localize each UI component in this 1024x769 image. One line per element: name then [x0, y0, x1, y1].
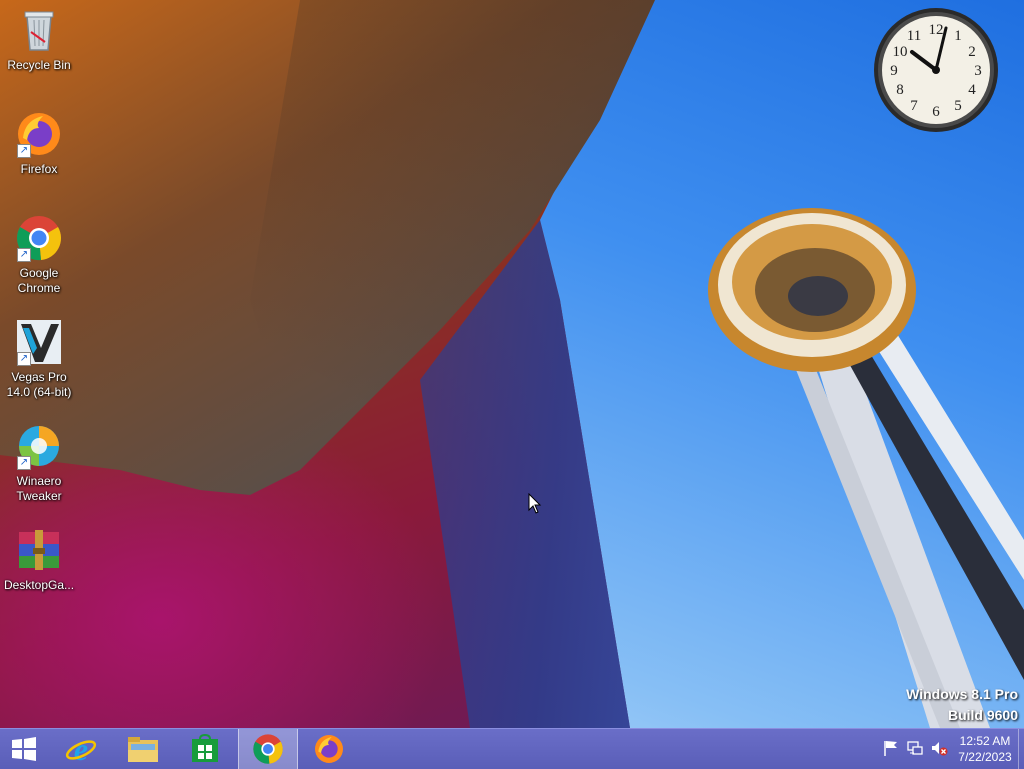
watermark-edition: Windows 8.1 Pro — [906, 686, 1018, 702]
shortcut-arrow-icon: ↗ — [17, 144, 31, 158]
clock-number: 1 — [954, 28, 962, 44]
clock-number: 12 — [929, 22, 944, 38]
clock-number: 7 — [910, 98, 918, 114]
shortcut-arrow-icon: ↗ — [17, 352, 31, 366]
clock-number: 11 — [907, 28, 921, 44]
store-icon — [192, 734, 218, 762]
clock-number: 9 — [890, 63, 898, 79]
action-center-flag-icon[interactable] — [882, 739, 900, 757]
vegas-pro-icon: ↗ — [15, 318, 63, 366]
watermark-build: Build 9600 — [947, 707, 1018, 723]
desktop-icon-label: Firefox — [20, 162, 58, 176]
desktop-icon-vegas-pro[interactable]: ↗ Vegas Pro 14.0 (64-bit) — [4, 318, 74, 400]
desktop[interactable]: Recycle Bin ↗ Firefox ↗ Google Chrome ↗ … — [0, 0, 1024, 728]
clock-date: 7/22/2023 — [958, 750, 1012, 764]
wallpaper-space-needle — [708, 208, 1024, 728]
desktop-icon-label: Recycle Bin — [7, 58, 71, 72]
desktop-icon-firefox[interactable]: ↗ Firefox — [4, 110, 74, 177]
desktop-icon-desktopga[interactable]: DesktopGa... — [4, 526, 74, 593]
network-icon[interactable] — [906, 739, 924, 757]
taskbar-firefox[interactable] — [300, 729, 358, 769]
taskbar-google-chrome[interactable] — [238, 729, 298, 769]
desktop-icon-label: Vegas Pro 14.0 (64-bit) — [6, 370, 72, 399]
desktop-icon-winaero-tweaker[interactable]: ↗ Winaero Tweaker — [4, 422, 74, 504]
firefox-icon — [315, 735, 343, 763]
clock-number: 2 — [968, 44, 976, 60]
clock-time: 12:52 AM — [959, 734, 1011, 748]
desktop-icon-label: DesktopGa... — [4, 578, 75, 592]
desktop-icon-label: Winaero Tweaker — [16, 474, 62, 503]
taskbar-internet-explorer[interactable]: e — [52, 729, 110, 769]
file-explorer-icon — [128, 737, 158, 762]
clock-number: 6 — [932, 104, 940, 120]
windows-logo-icon — [12, 737, 36, 761]
clock-number: 8 — [896, 82, 904, 98]
clock-gadget[interactable]: 12 1 2 3 4 5 6 7 8 9 10 11 — [872, 6, 1000, 134]
shortcut-arrow-icon: ↗ — [17, 456, 31, 470]
mouse-cursor-icon — [528, 493, 542, 514]
taskbar[interactable]: e 12:52 AM 7/22/2023 — [0, 728, 1024, 769]
desktop-icon-label: Google Chrome — [17, 266, 61, 295]
clock-face: 12 1 2 3 4 5 6 7 8 9 10 11 — [874, 8, 998, 132]
firefox-icon: ↗ — [15, 110, 63, 158]
desktop-icon-google-chrome[interactable]: ↗ Google Chrome — [4, 214, 74, 296]
clock-number: 4 — [968, 82, 976, 98]
taskbar-file-explorer[interactable] — [114, 729, 172, 769]
start-button[interactable] — [0, 729, 48, 769]
winrar-archive-icon — [15, 526, 63, 574]
volume-muted-icon[interactable] — [930, 739, 948, 757]
svg-text:e: e — [74, 733, 88, 765]
show-desktop-button[interactable] — [1018, 729, 1024, 769]
clock-number: 10 — [893, 44, 908, 60]
desktop-icon-recycle-bin[interactable]: Recycle Bin — [4, 6, 74, 73]
windows-watermark: Windows 8.1 Pro Build 9600 — [906, 684, 1018, 726]
clock-number: 3 — [974, 63, 982, 79]
chrome-icon — [253, 734, 283, 764]
taskbar-store[interactable] — [176, 729, 234, 769]
shortcut-arrow-icon: ↗ — [17, 248, 31, 262]
recycle-bin-icon — [15, 6, 63, 54]
internet-explorer-icon: e — [65, 733, 97, 765]
winaero-tweaker-icon: ↗ — [15, 422, 63, 470]
clock-number: 5 — [954, 98, 962, 114]
chrome-icon: ↗ — [15, 214, 63, 262]
taskbar-clock[interactable]: 12:52 AM 7/22/2023 — [950, 733, 1020, 765]
